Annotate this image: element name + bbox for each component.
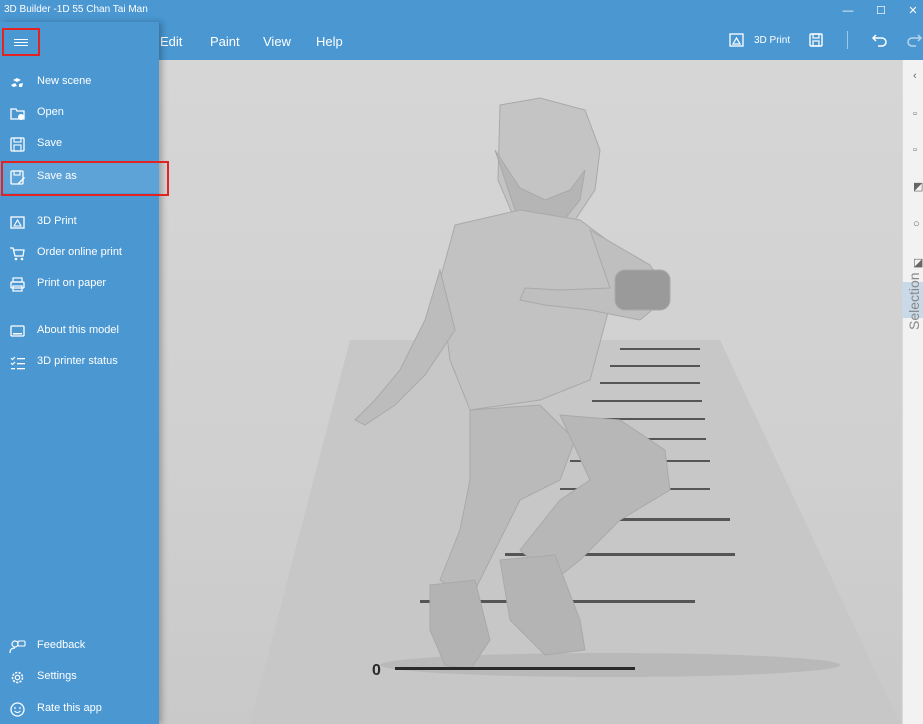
menu-item-label: 3D Print xyxy=(37,215,77,227)
right-panel: ‹ ▫ ▫ ◩ ○ ◪ xyxy=(902,60,923,724)
circle-icon[interactable]: ○ xyxy=(913,218,923,232)
save-icon xyxy=(809,33,823,47)
redo-button[interactable] xyxy=(905,31,923,49)
menu-item-open[interactable]: Open xyxy=(0,98,159,128)
menu-item-label: Feedback xyxy=(37,639,86,651)
menu-item-3d-printer-status[interactable]: 3D printer status xyxy=(0,347,159,377)
list-status-icon xyxy=(10,356,25,370)
menu-item-label: Open xyxy=(37,106,64,118)
undo-button[interactable] xyxy=(871,31,889,49)
redo-icon xyxy=(907,34,923,47)
object-icon[interactable]: ▫ xyxy=(913,144,923,158)
3d-print-icon xyxy=(729,33,744,47)
minimize-button[interactable]: — xyxy=(838,2,858,20)
hamburger-button[interactable] xyxy=(2,28,40,56)
side-menu: New scene Open Save Save as 3D Print Ord… xyxy=(0,22,159,724)
3d-print-toolbar-button[interactable] xyxy=(728,32,746,48)
undo-icon xyxy=(871,34,887,47)
object-icon[interactable]: ▫ xyxy=(913,108,923,122)
tab-edit[interactable]: Edit xyxy=(160,34,182,49)
folder-open-icon xyxy=(10,108,25,120)
menu-item-rate-this-app[interactable]: Rate this app xyxy=(0,694,159,724)
menu-item-new-scene[interactable]: New scene xyxy=(0,67,159,97)
menu-item-label: About this model xyxy=(37,324,119,336)
menu-item-about-this-model[interactable]: About this model xyxy=(0,316,159,346)
smiley-icon xyxy=(10,702,25,717)
new-scene-icon xyxy=(11,78,23,87)
menu-item-label: Order online print xyxy=(37,246,122,258)
menu-item-settings[interactable]: Settings xyxy=(0,662,159,692)
model-info-icon xyxy=(10,325,25,337)
collapse-panel-icon[interactable]: ‹ xyxy=(913,70,923,84)
cart-icon xyxy=(10,247,25,261)
3d-print-icon[interactable]: ◪ xyxy=(913,256,923,270)
save-icon xyxy=(10,137,25,152)
menu-item-label: Print on paper xyxy=(37,277,107,289)
menu-item-feedback[interactable]: Feedback xyxy=(0,631,159,661)
3d-print-icon[interactable]: ◩ xyxy=(913,180,923,194)
toolbar-divider xyxy=(847,31,848,49)
menu-item-save[interactable]: Save xyxy=(0,129,159,159)
save-toolbar-button[interactable] xyxy=(808,32,824,48)
window-title: 3D Builder -1D 55 Chan Tai Man xyxy=(4,4,148,15)
menu-item-label: New scene xyxy=(37,75,92,87)
selection-label: Selection xyxy=(906,272,922,330)
menu-item-label: Settings xyxy=(37,670,77,682)
tab-help[interactable]: Help xyxy=(316,34,343,49)
maximize-button[interactable]: ☐ xyxy=(871,2,891,20)
save-as-highlight-box xyxy=(1,161,169,196)
menu-item-label: 3D printer status xyxy=(37,355,118,367)
close-button[interactable]: ✕ xyxy=(903,2,923,20)
tab-paint[interactable]: Paint xyxy=(210,34,240,49)
menu-item-order-online-print[interactable]: Order online print xyxy=(0,238,159,268)
3d-print-icon xyxy=(10,216,25,229)
title-bar: 3D Builder -1D 55 Chan Tai Man — ☐ ✕ xyxy=(0,0,923,22)
ruler-label-zero: 0 xyxy=(372,662,381,679)
3d-print-toolbar-label[interactable]: 3D Print xyxy=(754,35,790,46)
menu-item-3d-print[interactable]: 3D Print xyxy=(0,207,159,237)
printer-icon xyxy=(10,277,25,292)
feedback-icon xyxy=(9,640,26,654)
hamburger-icon xyxy=(14,39,28,40)
gear-icon xyxy=(11,671,24,684)
menu-item-label: Save xyxy=(37,137,63,149)
menu-item-print-on-paper[interactable]: Print on paper xyxy=(0,269,159,299)
menu-item-label: Rate this app xyxy=(37,702,102,714)
tab-view[interactable]: View xyxy=(263,34,291,49)
